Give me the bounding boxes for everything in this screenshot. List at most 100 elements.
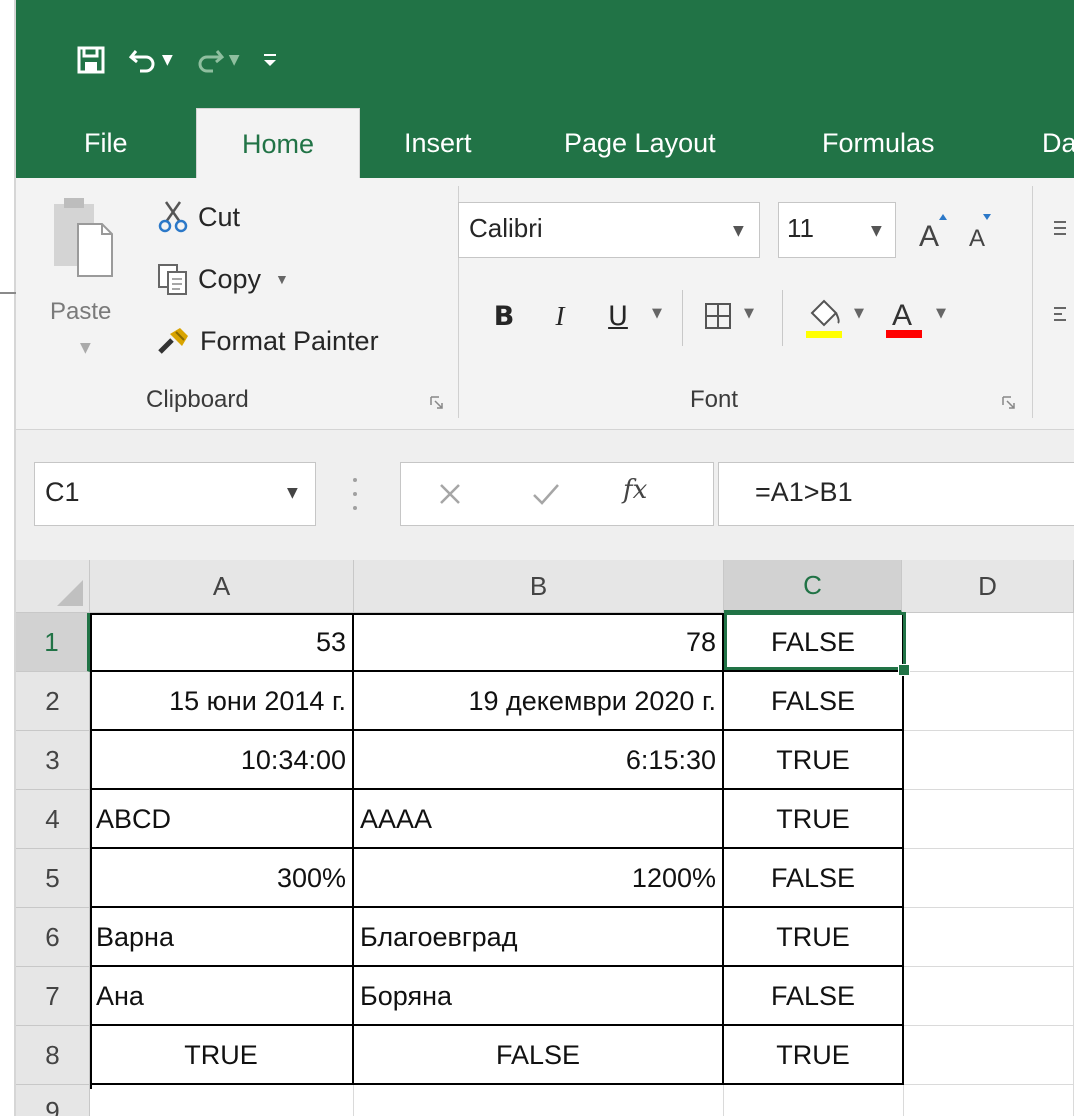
borders-button[interactable] — [698, 292, 738, 340]
undo-button[interactable]: ▼ — [128, 45, 173, 75]
row-header-4[interactable]: 4 — [16, 790, 90, 849]
check-icon[interactable] — [531, 481, 561, 507]
increase-font-size-button[interactable]: A — [914, 202, 954, 258]
chevron-down-icon[interactable]: ▼ — [275, 271, 289, 287]
cell-d8[interactable] — [904, 1026, 1074, 1085]
splitter-grip-icon[interactable] — [352, 474, 358, 514]
insert-function-button[interactable]: fx — [623, 475, 647, 505]
cell-c3[interactable]: TRUE — [724, 731, 904, 790]
copy-button[interactable]: Copy ▼ — [156, 258, 289, 300]
separator — [782, 290, 783, 346]
cell-c9[interactable] — [724, 1085, 904, 1116]
tab-page-layout[interactable]: Page Layout — [564, 108, 716, 178]
cell-a1[interactable]: 53 — [90, 613, 354, 672]
chevron-down-icon[interactable]: ▼ — [80, 340, 91, 356]
row-header-5[interactable]: 5 — [16, 849, 90, 908]
cell-c8[interactable]: TRUE — [724, 1026, 904, 1085]
formula-input[interactable]: =A1>B1 — [718, 462, 1074, 526]
paste-button[interactable]: Paste ▼ — [50, 194, 130, 364]
chevron-down-icon[interactable]: ▼ — [287, 485, 298, 501]
dialog-launcher-icon[interactable] — [1002, 396, 1016, 410]
tab-home[interactable]: Home — [196, 108, 360, 178]
row-header-1[interactable]: 1 — [16, 613, 90, 672]
cell-b2[interactable]: 19 декември 2020 г. — [354, 672, 724, 731]
cell-c5[interactable]: FALSE — [724, 849, 904, 908]
row-header-8[interactable]: 8 — [16, 1026, 90, 1085]
row-header-7[interactable]: 7 — [16, 967, 90, 1026]
cell-d5[interactable] — [904, 849, 1074, 908]
column-header-a[interactable]: A — [90, 560, 354, 613]
cell-a7[interactable]: Ана — [90, 967, 354, 1026]
cell-b3[interactable]: 6:15:30 — [354, 731, 724, 790]
row-header-3[interactable]: 3 — [16, 731, 90, 790]
chevron-down-icon[interactable]: ▼ — [871, 223, 882, 239]
tab-formulas[interactable]: Formulas — [822, 108, 935, 178]
cell-c1[interactable]: FALSE — [724, 613, 904, 672]
tab-data[interactable]: Da — [1042, 108, 1074, 178]
cell-b5[interactable]: 1200% — [354, 849, 724, 908]
column-header-b[interactable]: B — [354, 560, 724, 613]
cell-b1[interactable]: 78 — [354, 613, 724, 672]
cell-c2[interactable]: FALSE — [724, 672, 904, 731]
cell-c4[interactable]: TRUE — [724, 790, 904, 849]
row-header-6[interactable]: 6 — [16, 908, 90, 967]
tab-file[interactable]: File — [84, 108, 128, 178]
cell-d4[interactable] — [904, 790, 1074, 849]
chevron-down-icon[interactable]: ▼ — [744, 306, 754, 321]
cell-d7[interactable] — [904, 967, 1074, 1026]
chevron-down-icon[interactable]: ▼ — [936, 306, 946, 321]
cancel-icon[interactable] — [437, 481, 463, 507]
font-name-combo[interactable]: Calibri ▼ — [458, 202, 760, 258]
redo-button[interactable]: ▼ — [195, 45, 240, 75]
dialog-launcher-icon[interactable] — [430, 396, 444, 410]
fill-handle[interactable] — [898, 664, 910, 676]
chevron-down-icon[interactable]: ▼ — [733, 223, 744, 239]
svg-text:A: A — [892, 299, 912, 332]
cell-a5[interactable]: 300% — [90, 849, 354, 908]
row-header-9[interactable]: 9 — [16, 1085, 90, 1116]
tab-insert[interactable]: Insert — [404, 108, 472, 178]
name-box[interactable]: C1 ▼ — [34, 462, 316, 526]
underline-button[interactable]: U — [600, 292, 636, 340]
cell-a6[interactable]: Варна — [90, 908, 354, 967]
align-top-icon[interactable] — [1052, 218, 1072, 238]
cell-d2[interactable] — [904, 672, 1074, 731]
customize-qat-button[interactable] — [262, 50, 278, 70]
column-header-d[interactable]: D — [902, 560, 1074, 613]
cut-button[interactable]: Cut — [156, 196, 240, 238]
font-color-button[interactable]: A — [880, 292, 928, 340]
save-button[interactable] — [76, 45, 106, 75]
cell-a3[interactable]: 10:34:00 — [90, 731, 354, 790]
cell-b7[interactable]: Боряна — [354, 967, 724, 1026]
cell-a2[interactable]: 15 юни 2014 г. — [90, 672, 354, 731]
chevron-down-icon[interactable]: ▼ — [162, 52, 173, 68]
cell-a4[interactable]: ABCD — [90, 790, 354, 849]
cell-c7[interactable]: FALSE — [724, 967, 904, 1026]
column-header-c[interactable]: C — [724, 560, 902, 613]
cell-b6[interactable]: Благоевград — [354, 908, 724, 967]
chevron-down-icon[interactable]: ▼ — [652, 306, 662, 321]
chevron-down-icon[interactable]: ▼ — [854, 306, 864, 321]
decrease-font-size-button[interactable]: A — [960, 202, 1000, 258]
cell-d6[interactable] — [904, 908, 1074, 967]
excel-app: ▼ ▼ File Home Insert Page Layout Formula… — [16, 0, 1074, 1116]
cell-a8[interactable]: TRUE — [90, 1026, 354, 1085]
bold-button[interactable]: B — [486, 292, 522, 340]
row-header-2[interactable]: 2 — [16, 672, 90, 731]
cell-d9[interactable] — [904, 1085, 1074, 1116]
cell-a9[interactable] — [90, 1085, 354, 1116]
chevron-down-icon[interactable]: ▼ — [229, 52, 240, 68]
cell-b4[interactable]: AAAA — [354, 790, 724, 849]
cell-c6[interactable]: TRUE — [724, 908, 904, 967]
align-left-icon[interactable] — [1052, 304, 1072, 324]
cell-d3[interactable] — [904, 731, 1074, 790]
cell-b9[interactable] — [354, 1085, 724, 1116]
italic-button[interactable]: I — [542, 292, 578, 340]
cell-b8[interactable]: FALSE — [354, 1026, 724, 1085]
format-painter-button[interactable]: Format Painter — [156, 320, 379, 362]
fill-color-button[interactable] — [800, 292, 848, 340]
clipboard-group-label: Clipboard — [146, 386, 249, 413]
cell-d1[interactable] — [904, 613, 1074, 672]
font-size-combo[interactable]: 11 ▼ — [778, 202, 896, 258]
select-all-corner[interactable] — [16, 560, 90, 613]
